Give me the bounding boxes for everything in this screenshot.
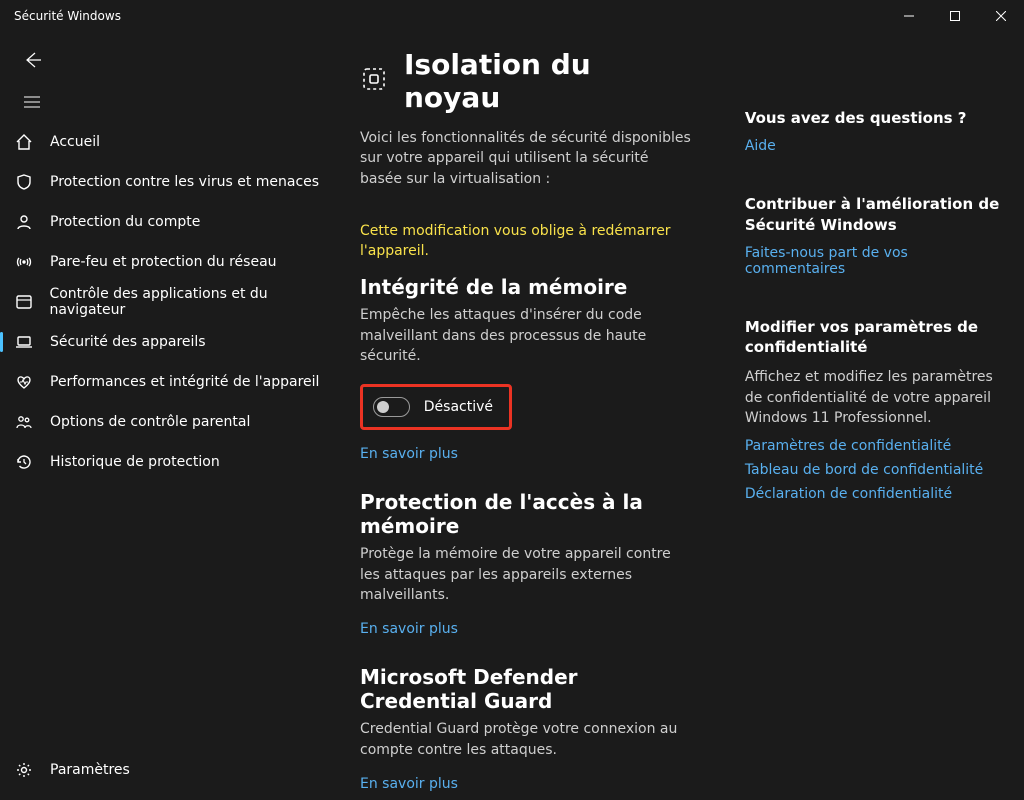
gear-icon	[14, 761, 34, 779]
restart-warning: Cette modification vous oblige à redémar…	[360, 221, 691, 262]
privacy-settings-link[interactable]: Paramètres de confidentialité	[745, 438, 1000, 454]
sidebar-item-label: Options de contrôle parental	[50, 414, 250, 430]
memory-integrity-heading: Intégrité de la mémoire	[360, 275, 691, 299]
sidebar-item-health[interactable]: Performances et intégrité de l'appareil	[0, 362, 340, 402]
hamburger-button[interactable]	[12, 84, 52, 120]
sidebar-item-label: Sécurité des appareils	[50, 334, 206, 350]
sidebar-item-label: Paramètres	[50, 762, 130, 778]
sidebar-item-label: Pare-feu et protection du réseau	[50, 254, 277, 270]
sidebar-item-settings[interactable]: Paramètres	[0, 750, 340, 790]
credential-guard-desc: Credential Guard protège votre connexion…	[360, 719, 691, 760]
antenna-icon	[14, 253, 34, 271]
help-link[interactable]: Aide	[745, 138, 1000, 154]
sidebar-item-firewall[interactable]: Pare-feu et protection du réseau	[0, 242, 340, 282]
content-column: Isolation du noyau Voici les fonctionnal…	[360, 48, 691, 800]
person-icon	[14, 213, 34, 231]
toggle-knob	[377, 401, 389, 413]
top-nav	[0, 42, 340, 120]
sidebar-bottom: Paramètres	[0, 750, 340, 790]
sidebar-item-label: Contrôle des applications et du navigate…	[49, 286, 340, 318]
maximize-button[interactable]	[932, 0, 978, 32]
minimize-button[interactable]	[886, 0, 932, 32]
history-icon	[14, 453, 34, 471]
shield-icon	[14, 173, 34, 191]
memory-access-learn-more-link[interactable]: En savoir plus	[360, 621, 691, 637]
aside-privacy-title: Modifier vos paramètres de confidentiali…	[745, 317, 1000, 358]
memory-integrity-desc: Empêche les attaques d'insérer du code m…	[360, 305, 691, 366]
feedback-link[interactable]: Faites-nous part de vos commentaires	[745, 245, 1000, 277]
page-title: Isolation du noyau	[404, 48, 691, 114]
sidebar-item-virus[interactable]: Protection contre les virus et menaces	[0, 162, 340, 202]
window-controls	[886, 0, 1024, 32]
toggle-state-label: Désactivé	[424, 399, 493, 415]
sidebar: Accueil Protection contre les virus et m…	[0, 122, 340, 482]
aside-feedback-title: Contribuer à l'amélioration de Sécurité …	[745, 194, 1000, 235]
aside-questions: Vous avez des questions ? Aide	[745, 108, 1000, 154]
aside-privacy-desc: Affichez et modifiez les paramètres de c…	[745, 367, 1000, 428]
aside-questions-title: Vous avez des questions ?	[745, 108, 1000, 128]
memory-integrity-toggle[interactable]	[373, 397, 410, 417]
credential-guard-heading: Microsoft Defender Credential Guard	[360, 665, 691, 713]
memory-access-desc: Protège la mémoire de votre appareil con…	[360, 544, 691, 605]
back-button[interactable]	[12, 42, 52, 78]
sidebar-item-app-browser[interactable]: Contrôle des applications et du navigate…	[0, 282, 340, 322]
sidebar-item-label: Protection du compte	[50, 214, 200, 230]
close-button[interactable]	[978, 0, 1024, 32]
sidebar-item-home[interactable]: Accueil	[0, 122, 340, 162]
main-content: Isolation du noyau Voici les fonctionnal…	[360, 48, 1000, 800]
sidebar-item-account[interactable]: Protection du compte	[0, 202, 340, 242]
family-icon	[14, 413, 34, 431]
sidebar-item-history[interactable]: Historique de protection	[0, 442, 340, 482]
page-header: Isolation du noyau	[360, 48, 691, 114]
window-icon	[14, 293, 33, 311]
sidebar-item-device-security[interactable]: Sécurité des appareils	[0, 322, 340, 362]
aside-column: Vous avez des questions ? Aide Contribue…	[745, 48, 1000, 800]
title-bar: Sécurité Windows	[0, 0, 1024, 32]
page-description: Voici les fonctionnalités de sécurité di…	[360, 128, 691, 189]
memory-access-heading: Protection de l'accès à la mémoire	[360, 490, 691, 538]
laptop-icon	[14, 333, 34, 351]
sidebar-item-family[interactable]: Options de contrôle parental	[0, 402, 340, 442]
core-isolation-icon	[360, 65, 388, 97]
aside-feedback: Contribuer à l'amélioration de Sécurité …	[745, 194, 1000, 277]
privacy-dashboard-link[interactable]: Tableau de bord de confidentialité	[745, 462, 1000, 478]
sidebar-item-label: Performances et intégrité de l'appareil	[50, 374, 319, 390]
heart-icon	[14, 373, 34, 391]
home-icon	[14, 133, 34, 151]
memory-integrity-toggle-highlight: Désactivé	[360, 384, 512, 430]
sidebar-item-label: Accueil	[50, 134, 100, 150]
credential-guard-learn-more-link[interactable]: En savoir plus	[360, 776, 691, 792]
sidebar-item-label: Historique de protection	[50, 454, 220, 470]
memory-integrity-learn-more-link[interactable]: En savoir plus	[360, 446, 691, 462]
window-title: Sécurité Windows	[14, 9, 121, 23]
aside-privacy: Modifier vos paramètres de confidentiali…	[745, 317, 1000, 502]
sidebar-item-label: Protection contre les virus et menaces	[50, 174, 319, 190]
privacy-statement-link[interactable]: Déclaration de confidentialité	[745, 486, 1000, 502]
